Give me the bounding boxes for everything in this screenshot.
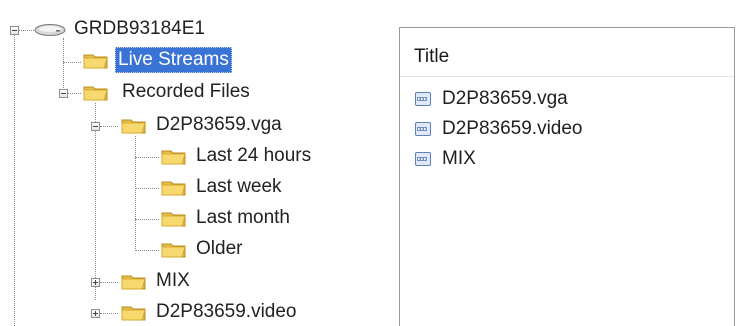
tree-node-older[interactable]: Older: [194, 236, 244, 262]
tree-line: [135, 136, 136, 251]
list-header: Title: [400, 28, 734, 77]
folder-icon: [83, 54, 108, 69]
tree-node-label: MIX: [156, 270, 190, 291]
tree-line: [135, 157, 159, 158]
tree-node-label: Last 24 hours: [196, 145, 312, 166]
video-file-icon: [415, 92, 431, 106]
tree-node-label: Live Streams: [115, 47, 232, 73]
folder-icon: [161, 150, 186, 165]
video-file-icon: [415, 152, 431, 166]
tree-node-live-streams[interactable]: Live Streams: [115, 47, 232, 73]
tree-line: [14, 35, 15, 326]
tree-line: [63, 62, 81, 63]
collapse-toggle[interactable]: [59, 89, 68, 98]
folder-icon: [121, 119, 146, 134]
list-item-label: MIX: [442, 148, 476, 169]
folder-icon: [121, 306, 146, 321]
folder-icon: [121, 275, 146, 290]
tree-line: [100, 313, 118, 314]
tree-line: [135, 188, 159, 189]
tree-line: [100, 126, 118, 127]
recording-browser: GRDB93184E1 Live Streams Recorded Files …: [0, 0, 746, 326]
expand-toggle[interactable]: [91, 309, 100, 318]
folder-icon: [83, 86, 108, 101]
collapse-toggle[interactable]: [10, 26, 19, 35]
tree-node-mix[interactable]: MIX: [154, 268, 192, 294]
list-item-label: D2P83659.vga: [442, 88, 568, 109]
tree-line: [100, 282, 118, 283]
tree-line: [95, 103, 96, 300]
list-item[interactable]: D2P83659.vga: [414, 87, 568, 111]
tree-node-last-month[interactable]: Last month: [194, 205, 292, 231]
tree-line: [63, 38, 64, 94]
tree-node-label: Last month: [196, 207, 290, 228]
folder-icon: [161, 243, 186, 258]
collapse-toggle[interactable]: [91, 122, 100, 131]
tree-node-d2p83659-vga[interactable]: D2P83659.vga: [154, 112, 284, 138]
list-item[interactable]: MIX: [414, 147, 476, 171]
tree-node-label: D2P83659.vga: [156, 114, 282, 135]
tree-node-label: Recorded Files: [122, 81, 250, 102]
tree-node-label: Older: [196, 238, 243, 259]
tree-node-recorded-files[interactable]: Recorded Files: [120, 79, 252, 105]
tree-line: [68, 93, 81, 94]
column-header-title[interactable]: Title: [414, 46, 449, 68]
video-file-icon: [415, 122, 431, 136]
drive-icon: [34, 24, 66, 36]
tree-node-label: D2P83659.video: [156, 301, 297, 322]
tree-line: [135, 250, 159, 251]
tree-node-root[interactable]: GRDB93184E1: [72, 16, 207, 42]
tree-node-last-week[interactable]: Last week: [194, 174, 284, 200]
tree-node-last-24-hours[interactable]: Last 24 hours: [194, 143, 313, 169]
tree-node-d2p83659-video[interactable]: D2P83659.video: [154, 299, 299, 325]
file-list-panel: Title D2P83659.vga D2P83659.video MIX: [399, 27, 735, 326]
expand-toggle[interactable]: [91, 278, 100, 287]
list-item-label: D2P83659.video: [442, 118, 583, 139]
folder-icon: [161, 212, 186, 227]
tree-node-label: Last week: [196, 176, 282, 197]
list-item[interactable]: D2P83659.video: [414, 117, 583, 141]
folder-icon: [161, 181, 186, 196]
tree-node-label: GRDB93184E1: [74, 18, 205, 39]
tree-line: [135, 219, 159, 220]
folder-tree: GRDB93184E1 Live Streams Recorded Files …: [0, 0, 380, 326]
